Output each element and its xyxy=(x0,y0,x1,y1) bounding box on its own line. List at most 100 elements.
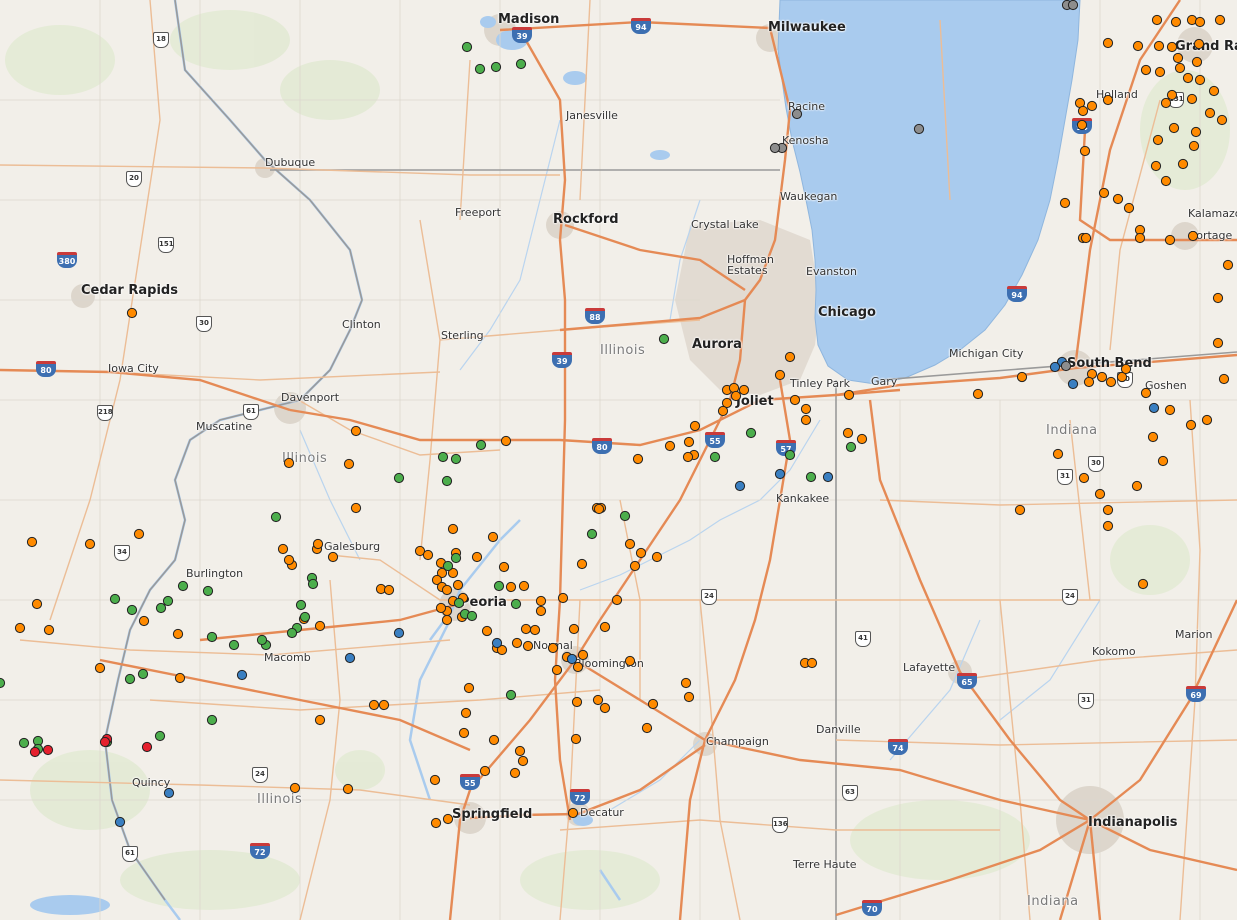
map-marker-blue[interactable] xyxy=(163,787,175,799)
map-marker-orange[interactable] xyxy=(442,813,454,825)
map-marker-orange[interactable] xyxy=(1212,292,1224,304)
map-marker-blue[interactable] xyxy=(822,471,834,483)
map-marker-orange[interactable] xyxy=(505,581,517,593)
map-marker-green[interactable] xyxy=(18,737,30,749)
map-view[interactable]: 94 39 380 88 39 80 80 55 57 94 65 69 74 … xyxy=(0,0,1237,920)
map-marker-blue[interactable] xyxy=(774,468,786,480)
map-marker-orange[interactable] xyxy=(481,625,493,637)
map-marker-orange[interactable] xyxy=(1187,230,1199,242)
map-marker-green[interactable] xyxy=(206,631,218,643)
map-marker-orange[interactable] xyxy=(557,592,569,604)
map-marker-orange[interactable] xyxy=(1102,94,1114,106)
map-marker-orange[interactable] xyxy=(383,584,395,596)
map-marker-green[interactable] xyxy=(206,714,218,726)
map-marker-orange[interactable] xyxy=(1131,480,1143,492)
map-marker-orange[interactable] xyxy=(1140,64,1152,76)
map-marker-orange[interactable] xyxy=(842,427,854,439)
map-marker-orange[interactable] xyxy=(683,436,695,448)
map-marker-orange[interactable] xyxy=(1204,107,1216,119)
map-marker-blue[interactable] xyxy=(1148,402,1160,414)
map-marker-gray[interactable] xyxy=(791,108,803,120)
map-marker-orange[interactable] xyxy=(289,782,301,794)
map-marker-orange[interactable] xyxy=(570,733,582,745)
map-marker-orange[interactable] xyxy=(277,543,289,555)
map-marker-orange[interactable] xyxy=(1102,520,1114,532)
map-marker-orange[interactable] xyxy=(572,661,584,673)
map-marker-orange[interactable] xyxy=(843,389,855,401)
map-marker-orange[interactable] xyxy=(1164,234,1176,246)
map-marker-orange[interactable] xyxy=(576,558,588,570)
map-marker-blue[interactable] xyxy=(114,816,126,828)
map-marker-orange[interactable] xyxy=(14,622,26,634)
map-marker-orange[interactable] xyxy=(498,561,510,573)
map-marker-orange[interactable] xyxy=(1014,504,1026,516)
map-marker-orange[interactable] xyxy=(689,420,701,432)
map-marker-orange[interactable] xyxy=(1059,197,1071,209)
map-marker-orange[interactable] xyxy=(368,699,380,711)
map-marker-blue[interactable] xyxy=(1067,378,1079,390)
map-marker-green[interactable] xyxy=(658,333,670,345)
map-marker-orange[interactable] xyxy=(1166,41,1178,53)
map-marker-green[interactable] xyxy=(124,673,136,685)
map-marker-orange[interactable] xyxy=(430,817,442,829)
map-marker-orange[interactable] xyxy=(94,662,106,674)
map-marker-orange[interactable] xyxy=(1153,40,1165,52)
map-marker-orange[interactable] xyxy=(458,727,470,739)
map-marker-orange[interactable] xyxy=(1134,232,1146,244)
map-marker-orange[interactable] xyxy=(133,528,145,540)
map-marker-orange[interactable] xyxy=(1208,85,1220,97)
map-marker-gray[interactable] xyxy=(769,142,781,154)
map-marker-green[interactable] xyxy=(466,610,478,622)
map-marker-green[interactable] xyxy=(270,511,282,523)
map-marker-green[interactable] xyxy=(393,472,405,484)
map-marker-orange[interactable] xyxy=(1094,488,1106,500)
map-marker-orange[interactable] xyxy=(1112,193,1124,205)
map-marker-orange[interactable] xyxy=(664,440,676,452)
map-marker-orange[interactable] xyxy=(488,734,500,746)
map-marker-green[interactable] xyxy=(137,668,149,680)
map-marker-orange[interactable] xyxy=(452,579,464,591)
map-marker-orange[interactable] xyxy=(568,623,580,635)
map-marker-green[interactable] xyxy=(126,604,138,616)
map-marker-orange[interactable] xyxy=(1170,16,1182,28)
map-marker-orange[interactable] xyxy=(1151,14,1163,26)
map-marker-orange[interactable] xyxy=(172,628,184,640)
map-marker-green[interactable] xyxy=(228,639,240,651)
map-marker-orange[interactable] xyxy=(441,614,453,626)
map-marker-orange[interactable] xyxy=(487,531,499,543)
map-marker-red[interactable] xyxy=(141,741,153,753)
map-marker-green[interactable] xyxy=(784,449,796,461)
map-marker-orange[interactable] xyxy=(551,664,563,676)
map-marker-orange[interactable] xyxy=(800,414,812,426)
map-marker-orange[interactable] xyxy=(1212,337,1224,349)
map-marker-orange[interactable] xyxy=(84,538,96,550)
map-marker-orange[interactable] xyxy=(327,551,339,563)
map-marker-green[interactable] xyxy=(286,627,298,639)
map-marker-orange[interactable] xyxy=(435,602,447,614)
map-marker-orange[interactable] xyxy=(312,538,324,550)
map-marker-orange[interactable] xyxy=(567,807,579,819)
map-marker-green[interactable] xyxy=(0,677,6,689)
map-marker-blue[interactable] xyxy=(734,480,746,492)
map-marker-green[interactable] xyxy=(461,41,473,53)
map-marker-red[interactable] xyxy=(29,746,41,758)
map-marker-orange[interactable] xyxy=(1152,134,1164,146)
map-marker-orange[interactable] xyxy=(738,384,750,396)
map-marker-blue[interactable] xyxy=(1049,361,1061,373)
map-marker-orange[interactable] xyxy=(1150,160,1162,172)
map-marker-orange[interactable] xyxy=(1140,387,1152,399)
map-marker-green[interactable] xyxy=(515,58,527,70)
map-marker-orange[interactable] xyxy=(509,767,521,779)
map-marker-green[interactable] xyxy=(474,63,486,75)
map-marker-orange[interactable] xyxy=(1182,72,1194,84)
map-marker-orange[interactable] xyxy=(1201,414,1213,426)
map-marker-orange[interactable] xyxy=(651,551,663,563)
map-marker-orange[interactable] xyxy=(806,657,818,669)
map-marker-orange[interactable] xyxy=(635,547,647,559)
map-marker-orange[interactable] xyxy=(471,551,483,563)
map-marker-green[interactable] xyxy=(202,585,214,597)
map-marker-orange[interactable] xyxy=(1086,100,1098,112)
map-marker-green[interactable] xyxy=(619,510,631,522)
map-marker-orange[interactable] xyxy=(571,696,583,708)
map-marker-orange[interactable] xyxy=(632,453,644,465)
